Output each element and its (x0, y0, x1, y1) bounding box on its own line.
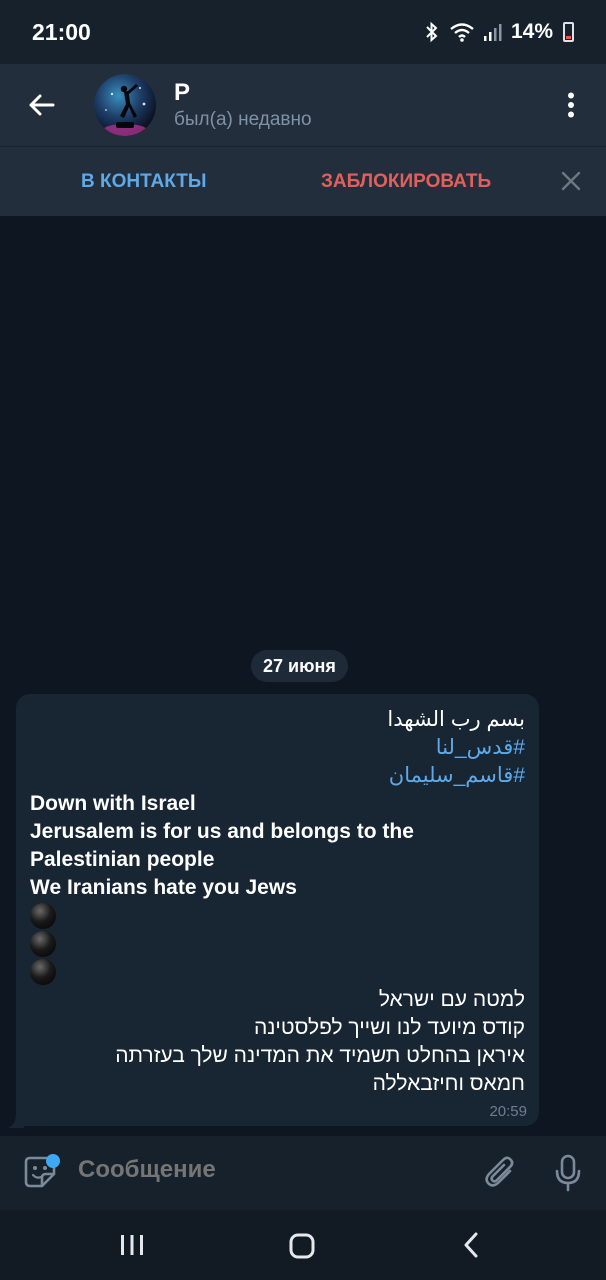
bluetooth-icon (426, 21, 438, 43)
contact-info[interactable]: P был(а) недавно (174, 79, 312, 131)
notification-dot (46, 1154, 60, 1168)
battery-icon (563, 22, 574, 42)
message-time: 20:59 (489, 1103, 527, 1120)
wifi-icon (450, 23, 474, 42)
hashtag-link[interactable]: #قدس_لنا (30, 734, 525, 762)
message-text-line: איראן בהחלט תשמיד את המדינה שלך בעזרתה (115, 1044, 525, 1067)
message-text-line: Jerusalem is for us and belongs to the (30, 820, 414, 843)
emoji-row (30, 902, 525, 930)
more-vertical-icon (568, 92, 574, 118)
add-contact-button[interactable]: В КОНТАКТЫ (81, 171, 207, 193)
status-bar: 21:00 14% (0, 0, 606, 64)
arrow-left-icon (29, 94, 55, 116)
more-menu-button[interactable] (536, 64, 606, 146)
system-nav-bar (0, 1210, 606, 1280)
emoji-row (30, 958, 525, 986)
home-icon[interactable] (289, 1233, 315, 1259)
contact-status: был(а) недавно (174, 109, 312, 130)
avatar[interactable] (94, 74, 156, 136)
black-circle-emoji (30, 903, 56, 929)
back-button[interactable] (0, 64, 82, 146)
block-user-button[interactable]: ЗАБЛОКИРОВАТЬ (321, 171, 491, 193)
chat-header: P был(а) недавно (0, 64, 606, 146)
message-text-line: למטה עם ישראל (378, 988, 525, 1011)
date-separator: 27 июня (251, 650, 348, 682)
close-icon[interactable] (559, 169, 583, 193)
black-circle-emoji (30, 959, 56, 985)
emoji-row (30, 930, 525, 958)
message-text-line: Palestinian people (30, 848, 215, 871)
battery-percent: 14% (510, 20, 553, 43)
signal-icon (483, 24, 502, 41)
message-text-line: بسم رب الشهدا (387, 708, 525, 731)
microphone-icon[interactable] (554, 1154, 582, 1192)
message-input[interactable] (78, 1156, 458, 1184)
message-text-line: We Iranians hate you Jews (30, 876, 297, 899)
paperclip-icon[interactable] (484, 1156, 516, 1190)
hashtag-link[interactable]: #قاسم_سليمان (30, 762, 525, 790)
status-time: 21:00 (32, 18, 91, 45)
chat-area[interactable]: 27 июня بسم رب الشهدا #قدس_لنا #قاسم_سلي… (0, 216, 606, 1136)
black-circle-emoji (30, 931, 56, 957)
avatar-image (103, 84, 147, 136)
message-text-line: חמאס וחיזבאללה (372, 1072, 525, 1095)
status-icons: 14% (423, 20, 574, 44)
message-bubble[interactable]: بسم رب الشهدا #قدس_لنا #قاسم_سليمان Down… (16, 694, 539, 1126)
message-text-line: קודס מיועד לנו ושייך לפלסטינה (253, 1016, 525, 1039)
recent-apps-icon[interactable] (120, 1234, 144, 1256)
message-text-line: Down with Israel (30, 792, 196, 815)
nav-back-icon[interactable] (462, 1232, 480, 1258)
contact-name: P (174, 79, 191, 106)
action-bar: В КОНТАКТЫ ЗАБЛОКИРОВАТЬ (0, 146, 606, 216)
message-input-bar (0, 1136, 606, 1210)
